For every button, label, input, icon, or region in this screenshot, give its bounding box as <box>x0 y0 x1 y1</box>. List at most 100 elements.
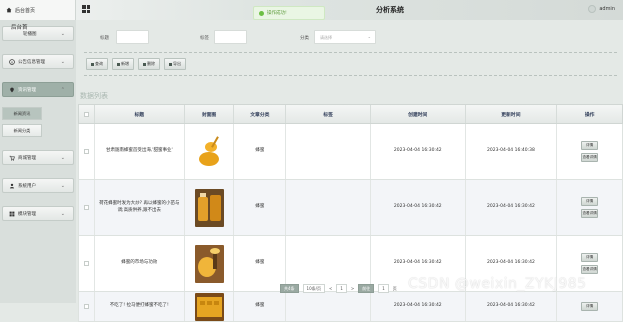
honey-jars-image <box>194 188 224 227</box>
column-header: 封面图 <box>185 105 235 123</box>
chevron-down-icon: ⌄ <box>60 211 65 217</box>
column-header[interactable]: 更新时间 <box>466 105 558 123</box>
row-ops: 详情 <box>557 292 622 321</box>
total-count: 共4条 <box>280 284 299 293</box>
page-suffix: 页 <box>392 285 397 291</box>
edit-button[interactable]: 详情 <box>581 141 599 150</box>
home-label: 后台首页 <box>15 7 36 14</box>
row-title: 甘肃陇南蜂蜜首受出海,'甜蜜事业' <box>95 124 185 179</box>
action-buttons: 查询 新增 删除 导出 <box>86 58 186 70</box>
sidebar-item-notice[interactable]: 公告信息管理 ⌄ <box>2 54 74 69</box>
row-tag <box>286 236 371 291</box>
row-created: 2023-04-04 16:30:42 <box>371 180 466 235</box>
column-header[interactable]: 创建时间 <box>371 105 466 123</box>
goto-page-input[interactable]: 1 <box>378 284 389 293</box>
row-title: 蜂蜜的市场与功效 <box>95 236 185 291</box>
row-select-cell <box>79 292 95 321</box>
user-menu[interactable]: admin <box>588 5 615 13</box>
row-checkbox[interactable] <box>83 261 89 266</box>
row-checkbox[interactable] <box>83 304 89 309</box>
row-thumb-cell <box>185 236 235 291</box>
category-select-placeholder: 请选择 <box>320 35 332 40</box>
page-size-select[interactable]: 10条/页 <box>302 284 325 293</box>
username: admin <box>599 6 615 12</box>
column-header[interactable]: 标题 <box>95 105 185 123</box>
row-select-cell <box>79 180 95 235</box>
table-row[interactable]: 甘肃陇南蜂蜜首受出海,'甜蜜事业' 蜂蜜 2023-04-04 16:30:42… <box>78 124 623 180</box>
chevron-down-icon: ⌄ <box>60 183 65 189</box>
goto-label: 前往 <box>358 284 375 293</box>
search-button-label: 查询 <box>95 61 103 66</box>
sidebar-item-news[interactable]: 资讯管理 ⌃ <box>2 82 74 97</box>
menu-toggle-icon[interactable] <box>82 5 90 13</box>
row-updated: 2023-04-04 16:30:42 <box>466 292 558 321</box>
home-icon <box>6 7 12 13</box>
plus-icon <box>117 62 120 66</box>
edit-button[interactable]: 详情 <box>581 302 599 311</box>
tag-input[interactable] <box>214 30 247 44</box>
chevron-down-icon: ⌄ <box>367 34 371 39</box>
row-tag <box>286 124 371 179</box>
detail-button[interactable]: 查看详情 <box>581 209 599 218</box>
page-title: 分析系统 <box>376 6 404 14</box>
next-page-button[interactable]: > <box>351 286 354 291</box>
category-select[interactable]: 请选择 ⌄ <box>314 30 376 44</box>
column-header[interactable]: 文章分类 <box>234 105 287 123</box>
column-header[interactable]: 标签 <box>286 105 371 123</box>
row-ops: 详情 查看详情 <box>557 124 622 179</box>
sidebar-item-label: 轮播图 <box>23 31 37 37</box>
export-icon <box>169 62 172 66</box>
table-row[interactable]: 荷花蜂蜜时发为大炒? 再以蜂蜜的小苗与调;高质供养,跟不出去 蜂蜜 2023-0… <box>78 180 623 236</box>
edit-button[interactable]: 详情 <box>581 197 599 206</box>
sidebar-item-label: 公告信息管理 <box>18 59 45 65</box>
row-updated: 2023-04-04 16:40:38 <box>466 124 558 179</box>
search-button[interactable]: 查询 <box>86 58 108 70</box>
detail-button[interactable]: 查看详情 <box>581 265 599 274</box>
title-field-label: 标题 <box>100 36 109 41</box>
sidebar-item-label: 商城管理 <box>18 155 36 161</box>
table-row[interactable]: 不吃了! 拉马便打蜂蜜不吃了! 蜂蜜 2023-04-04 16:30:42 2… <box>78 292 623 322</box>
detail-button[interactable]: 查看详情 <box>581 153 599 162</box>
prev-page-button[interactable]: < <box>329 286 332 291</box>
sidebar-subitem-news-category[interactable]: 新闻分类 <box>2 124 42 137</box>
info-icon <box>9 58 15 65</box>
row-title: 荷花蜂蜜时发为大炒? 再以蜂蜜的小苗与调;高质供养,跟不出去 <box>95 180 185 235</box>
grid-icon <box>9 211 15 216</box>
tag-field-label: 标签 <box>200 36 209 41</box>
row-checkbox[interactable] <box>83 149 89 154</box>
sidebar-item-label: 模块管理 <box>18 211 36 217</box>
row-thumb-cell <box>185 292 235 321</box>
select-all-checkbox[interactable] <box>83 111 89 117</box>
row-updated: 2023-04-04 16:30:42 <box>466 180 558 235</box>
sidebar: 轮播图 ⌄ 后台首 公告信息管理 ⌄ 资讯管理 ⌃ 新闻资讯 新闻分类 商城管理… <box>0 20 76 303</box>
category-field-label: 分类 <box>300 36 309 41</box>
sidebar-subitem-news-info[interactable]: 新闻资讯 <box>2 107 42 120</box>
add-button[interactable]: 新增 <box>112 58 134 70</box>
search-form: 标题 标签 分类 请选择 ⌄ <box>76 30 623 46</box>
pagination: 共4条 10条/页 < 1 > 前往 1 页 <box>280 284 397 293</box>
row-category: 蜂蜜 <box>234 292 287 321</box>
home-link[interactable]: 后台首页 <box>0 0 76 20</box>
success-toast: 操作成功! <box>253 6 325 20</box>
row-select-cell <box>79 236 95 291</box>
title-input[interactable] <box>116 30 149 44</box>
watermark: CSDN @weixin_ZYKJ985 <box>408 276 587 292</box>
avatar <box>588 5 597 13</box>
row-checkbox[interactable] <box>83 205 89 210</box>
delete-button[interactable]: 删除 <box>138 58 160 70</box>
check-icon <box>259 10 264 16</box>
cart-icon <box>9 155 15 161</box>
sidebar-item-users[interactable]: 系统用户 ⌄ <box>2 178 74 193</box>
export-button[interactable]: 导出 <box>164 58 186 70</box>
sidebar-item-mall[interactable]: 商城管理 ⌄ <box>2 150 74 165</box>
main-content: 标题 标签 分类 请选择 ⌄ 查询 新增 删除 导出 数据列表 标题 封面图 文… <box>76 20 623 322</box>
row-created: 2023-04-04 16:30:42 <box>371 292 466 321</box>
divider <box>84 75 617 76</box>
page-number-current[interactable]: 1 <box>336 284 347 293</box>
edit-button[interactable]: 详情 <box>581 253 599 262</box>
honey-dipper-image <box>194 132 224 171</box>
row-category: 蜂蜜 <box>234 124 287 179</box>
sidebar-item-modules[interactable]: 模块管理 ⌄ <box>2 206 74 221</box>
row-select-cell <box>79 124 95 179</box>
pin-icon <box>10 87 14 92</box>
